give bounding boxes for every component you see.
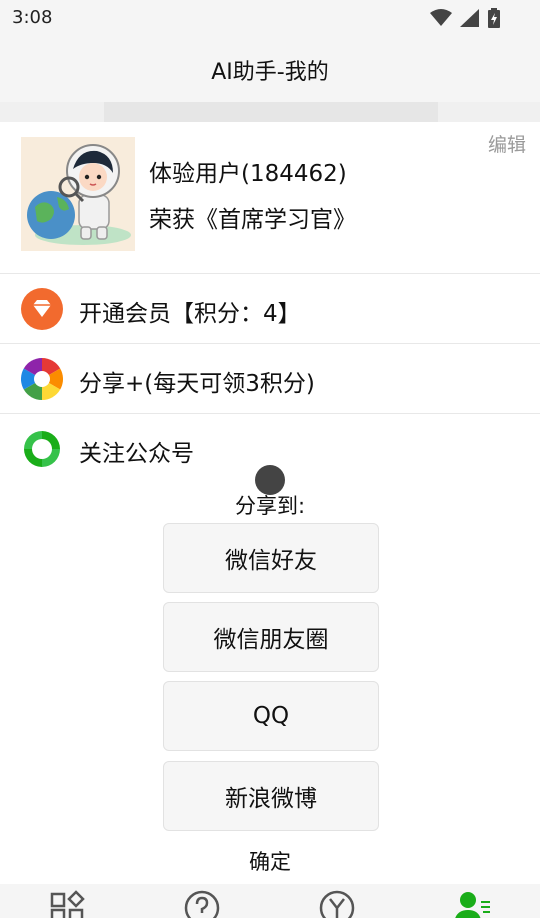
edit-profile-link[interactable]: 编辑: [488, 130, 526, 157]
menu-item-label: 分享+(每天可领3积分): [79, 371, 315, 397]
menu-item-vip[interactable]: 开通会员【积分：4】: [0, 274, 540, 344]
profile-card[interactable]: 体验用户(184462) 荣获《首席学习官》 编辑: [0, 122, 540, 274]
battery-icon: [488, 8, 500, 28]
share-wechat-friends-button[interactable]: 微信好友: [163, 523, 379, 593]
aperture-icon: [21, 358, 63, 400]
user-honor-title: 荣获《首席学习官》: [149, 207, 356, 233]
share-weibo-button[interactable]: 新浪微博: [163, 761, 379, 831]
wifi-icon: [430, 9, 452, 26]
menu-item-label: 开通会员【积分：4】: [79, 301, 301, 327]
astronaut-avatar-image: [21, 137, 135, 251]
user-profile-icon[interactable]: [451, 888, 491, 918]
floating-dot-handle[interactable]: [255, 465, 285, 495]
share-qq-button[interactable]: QQ: [163, 681, 379, 751]
signal-icon: [460, 9, 479, 27]
yen-circle-icon[interactable]: [317, 888, 357, 918]
wechat-official-account-icon: [24, 431, 60, 467]
avatar[interactable]: [21, 137, 135, 251]
user-name: 体验用户(184462): [149, 161, 347, 187]
page-title: AI助手-我的: [211, 60, 329, 85]
diamond-icon: [21, 288, 63, 330]
status-icons: [430, 8, 500, 28]
status-bar: 3:08: [0, 0, 540, 36]
confirm-button[interactable]: 确定: [0, 846, 540, 876]
status-time: 3:08: [12, 7, 53, 28]
share-wechat-moments-button[interactable]: 微信朋友圈: [163, 602, 379, 672]
help-circle-icon[interactable]: [182, 888, 222, 918]
bottom-tab-bar: [0, 884, 540, 918]
header-divider-band: [0, 102, 540, 122]
apps-grid-icon[interactable]: [48, 888, 88, 918]
menu-item-label: 关注公众号: [79, 441, 194, 467]
menu-item-share[interactable]: 分享+(每天可领3积分): [0, 344, 540, 414]
app-header: AI助手-我的: [0, 36, 540, 102]
